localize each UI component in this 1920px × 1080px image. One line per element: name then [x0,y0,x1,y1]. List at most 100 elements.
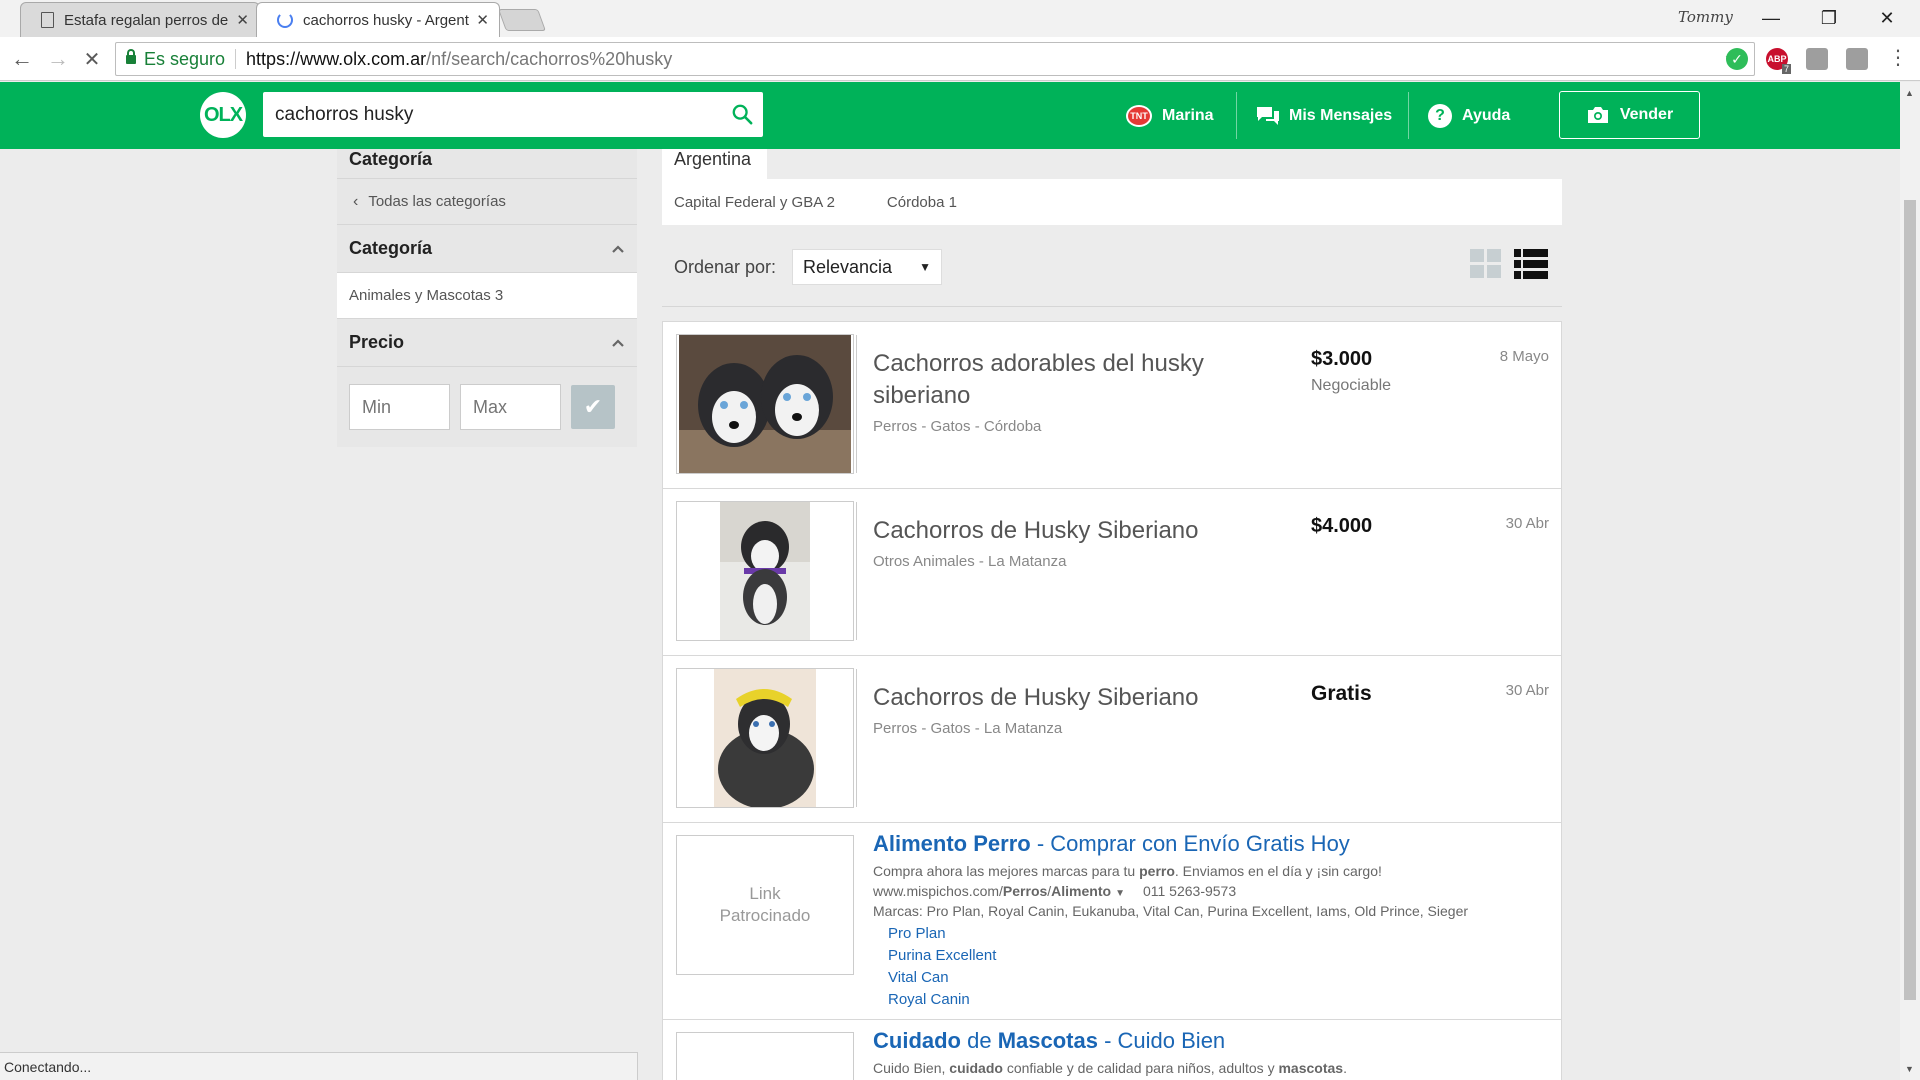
location-link[interactable]: Córdoba 1 [887,194,957,211]
listing-price: $4.000 [1311,515,1373,537]
page-icon [41,12,54,28]
sponsored-link-placeholder [676,1032,854,1080]
caret-down-icon: ▼ [919,260,931,274]
ad-title-bold: Alimento Perro [873,831,1031,856]
listing-card[interactable]: Cachorros adorables del husky siberiano … [662,321,1562,489]
category-filter-header[interactable]: Categoría [337,225,637,273]
ad-url-line[interactable]: www.mispichos.com/Perros/Alimento ▼ 011 52… [873,883,1236,899]
husky-puppies-photo [679,335,851,473]
sponsored-ad[interactable]: Link Patrocinado Alimento Perro - Comprar… [662,822,1562,1020]
apply-price-button[interactable]: ✔ [571,385,615,429]
ad-title-rest: - Comprar con Envío Gratis Hoy [1030,831,1350,856]
category-top-title: Categoría [337,149,637,179]
price-range: ✔ [337,367,637,447]
stop-icon[interactable]: ✕ [78,45,106,73]
check-extension-icon[interactable]: ✓ [1726,48,1748,70]
listing-subtitle: Otros Animales - La Matanza [873,553,1067,570]
search-box [263,92,763,137]
caret-down-icon[interactable]: ▼ [1115,888,1125,899]
new-tab-button[interactable] [497,9,547,31]
chevron-up-icon[interactable] [611,336,625,350]
extension-icon[interactable] [1846,48,1868,70]
divider [1236,92,1237,139]
user-menu[interactable]: TNT Marina [1126,82,1214,149]
tab-olx[interactable]: cachorros husky - Argent ✕ [256,2,500,37]
scrollbar-thumb[interactable] [1904,200,1916,1000]
sell-label: Vender [1619,106,1674,123]
chevron-up-icon[interactable] [611,242,625,256]
listing-negotiable: Negociable [1311,377,1392,394]
extension-icon[interactable] [1806,48,1828,70]
ad-url: www.mispichos.com/ [873,883,1003,899]
ad-sitelink[interactable]: Purina Excellent [888,947,996,964]
help-label: Ayuda [1462,106,1511,124]
help-link[interactable]: ? Ayuda [1428,82,1510,149]
location-link[interactable]: Capital Federal y GBA 2 [674,194,835,211]
menu-icon[interactable]: ⋮ [1888,45,1908,70]
ad-phone[interactable]: 011 5263-9573 [1143,883,1236,899]
sell-button[interactable]: Vender [1559,91,1700,139]
chat-icon [1257,106,1279,125]
price-filter-header[interactable]: Precio [337,319,637,367]
ad-title[interactable]: Cuidado de Mascotas - Cuido Bien [873,1028,1225,1054]
ad-text: Compra ahora las mejores marcas para tu [873,863,1140,879]
section-title: Categoría [349,149,433,169]
listing-thumbnail[interactable] [676,334,854,474]
ad-text: confiable y de calidad para niños, adult… [1002,1060,1279,1076]
listing-date: 30 Abr [1505,515,1549,532]
address-bar[interactable]: Es seguro https://www.olx.com.ar/nf/sear… [115,42,1755,76]
tab-strip: Estafa regalan perros de ✕ cachorros hus… [0,0,1920,37]
ad-title-rest: - Cuido Bien [1097,1028,1226,1053]
ad-url-bold: Perros [1002,883,1048,899]
ad-sitelink[interactable]: Pro Plan [888,925,946,942]
lock-icon [126,48,136,64]
location-tab[interactable]: Argentina [662,149,767,179]
url-host: https://www.olx.com.ar [246,48,427,69]
listing-thumbnail[interactable] [676,668,854,808]
category-item-label: Animales y Mascotas 3 [349,287,504,304]
search-input[interactable] [263,103,703,126]
all-categories-link[interactable]: ‹ Todas las categorías [337,179,637,225]
listing-card[interactable]: Cachorros de Husky Siberiano Otros Anima… [662,488,1562,656]
close-window-icon[interactable]: ✕ [1864,4,1910,32]
secure-label: Es seguro [144,48,226,69]
restore-icon[interactable]: ❐ [1806,4,1852,32]
scroll-down-icon[interactable]: ▼ [1905,1064,1914,1074]
ad-title[interactable]: Alimento Perro - Comprar con Envío Grati… [873,831,1350,857]
all-categories-label: Todas las categorías [368,193,506,210]
forward-icon[interactable]: → [44,45,72,73]
tab-estafa[interactable]: Estafa regalan perros de ✕ [20,2,260,37]
scroll-up-icon[interactable]: ▲ [1905,88,1914,98]
olx-logo[interactable]: OLX [200,92,246,138]
listing-price: Gratis [1311,682,1372,705]
grid-view-icon[interactable] [1470,249,1502,279]
list-view-icon[interactable] [1514,249,1548,279]
listing-title[interactable]: Cachorros adorables del husky siberiano [873,348,1213,412]
search-icon[interactable] [731,103,753,125]
messages-link[interactable]: Mis Mensajes [1256,82,1392,149]
listing-date: 30 Abr [1505,682,1549,699]
listing-subtitle: Perros - Gatos - Córdoba [873,418,1042,435]
close-icon[interactable]: ✕ [476,11,489,29]
listing-price: $3.000 [1311,348,1373,370]
listing-title[interactable]: Cachorros de Husky Siberiano [873,682,1213,714]
page-scrollbar[interactable]: ▲ ▼ [1900,82,1920,1080]
minimize-icon[interactable]: — [1748,4,1794,32]
price-min-input[interactable] [349,384,450,430]
listing-thumbnail[interactable] [676,501,854,641]
listing-card[interactable]: Cachorros de Husky Siberiano Perros - Ga… [662,655,1562,823]
back-icon[interactable]: ← [8,45,36,73]
placeholder-text: Patrocinado [719,906,811,925]
price-max-input[interactable] [460,384,561,430]
profile-name[interactable]: Tommy [1678,8,1733,26]
ad-sitelink[interactable]: Royal Canin [888,991,970,1008]
section-title: Categoría [349,238,433,258]
listing-title[interactable]: Cachorros de Husky Siberiano [873,515,1213,547]
sort-select[interactable]: Relevancia ▼ [792,249,942,285]
url-path: /nf/search/cachorros%20husky [426,48,673,69]
ad-sitelink[interactable]: Vital Can [888,969,949,986]
sponsored-ad[interactable]: Cuidado de Mascotas - Cuido Bien Cuido B… [662,1019,1562,1080]
category-item-animales[interactable]: Animales y Mascotas 3 [337,273,637,319]
close-icon[interactable]: ✕ [236,11,249,29]
site-header: OLX TNT Marina Mis Mensajes ? Ayuda Vend… [0,82,1900,149]
